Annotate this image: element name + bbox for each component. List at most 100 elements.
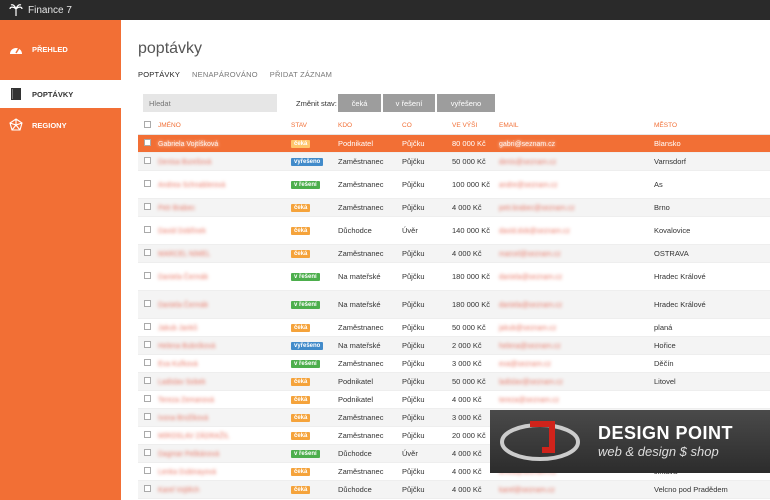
row-co: Půjčku — [402, 354, 452, 373]
row-name[interactable]: Karel Vojtěch — [158, 487, 199, 494]
row-checkbox[interactable] — [144, 430, 151, 438]
row-email[interactable]: karel@seznam.cz — [499, 487, 555, 494]
row-checkbox[interactable] — [144, 358, 151, 366]
tab-pridat-zaznam[interactable]: PŘIDAT ZÁZNAM — [270, 70, 332, 79]
sidebar-item-regiony[interactable]: REGIONY — [0, 111, 121, 139]
row-email[interactable]: david.dob@seznam.cz — [499, 228, 570, 235]
row-name[interactable]: Petr Brabec — [158, 205, 195, 212]
col-stav[interactable]: STAV — [291, 118, 338, 135]
row-email[interactable]: gabri@seznam.cz — [499, 141, 555, 148]
row-email[interactable]: marcel@seznam.cz — [499, 251, 561, 258]
row-vyse: 80 000 Kč — [452, 134, 499, 153]
state-vreseni-button[interactable]: v řešení — [383, 94, 435, 112]
row-name[interactable]: Jakub Janků — [158, 325, 197, 332]
row-name[interactable]: Eva Kuřková — [158, 361, 198, 368]
row-email[interactable]: daniela@seznam.cz — [499, 302, 562, 309]
row-checkbox[interactable] — [144, 484, 151, 492]
tab-nenaparovano[interactable]: NENAPÁROVÁNO — [192, 70, 258, 79]
col-mesto[interactable]: MĚSTO — [654, 118, 770, 135]
row-email[interactable]: jakub@seznam.cz — [499, 325, 556, 332]
table-row[interactable]: Helena Bubníková vyřešeno Na mateřské Půjčk… — [138, 336, 770, 355]
sidebar: PŘEHLED POPTÁVKY REGIONY — [0, 20, 121, 500]
status-badge: čeká — [291, 432, 311, 440]
row-vyse: 4 000 Kč — [452, 244, 499, 263]
row-name[interactable]: Tereza Zemanová — [158, 397, 214, 404]
top-bar: Finance 7 — [0, 0, 770, 20]
row-name[interactable]: MARCEL NIMEL — [158, 251, 210, 258]
sub-navigation: POPTÁVKY NENAPÁROVÁNO PŘIDAT ZÁZNAM — [138, 70, 332, 79]
row-vyse: 50 000 Kč — [452, 372, 499, 391]
row-checkbox[interactable] — [144, 138, 151, 146]
status-badge: čeká — [291, 468, 311, 476]
col-jmeno[interactable]: JMÉNO — [158, 118, 291, 135]
row-checkbox[interactable] — [144, 412, 151, 420]
sidebar-item-poptavky[interactable]: POPTÁVKY — [0, 80, 121, 108]
table-row[interactable]: Jakub Janků čeká Zaměstnanec Půjčku 50 000 K… — [138, 318, 770, 337]
row-email[interactable]: helena@seznam.cz — [499, 343, 561, 350]
row-checkbox[interactable] — [144, 156, 151, 164]
table-row[interactable]: Tereza Zemanová čeká Podnikatel Půjčku 4 000… — [138, 390, 770, 409]
search-input[interactable] — [143, 94, 277, 112]
sidebar-item-prehled[interactable]: PŘEHLED — [0, 35, 121, 63]
row-checkbox[interactable] — [144, 340, 151, 348]
col-kdo[interactable]: KDO — [338, 118, 402, 135]
table-row[interactable]: Karel Vojtěch čeká Důchodce Půjčku 4 000 Kč k… — [138, 480, 770, 499]
row-checkbox[interactable] — [144, 179, 151, 187]
status-badge: v řešení — [291, 450, 320, 458]
palm-tree-icon — [8, 2, 24, 18]
row-checkbox[interactable] — [144, 448, 151, 456]
row-checkbox[interactable] — [144, 299, 151, 307]
row-checkbox[interactable] — [144, 466, 151, 474]
tab-poptavky[interactable]: POPTÁVKY — [138, 70, 180, 79]
table-row[interactable]: David Dobřinek čeká Důchodce Úvěr 140 000 Kč… — [138, 216, 770, 245]
col-email[interactable]: EMAIL — [499, 118, 654, 135]
row-email[interactable]: ladislav@seznam.cz — [499, 379, 563, 386]
row-name[interactable]: Dagmar Pelikánová — [158, 451, 219, 458]
table-row[interactable]: Ladislav Sobek čeká Podnikatel Půjčku 50 000… — [138, 372, 770, 391]
row-name[interactable]: Daniela Čermák — [158, 274, 208, 281]
row-email[interactable]: daniela@seznam.cz — [499, 274, 562, 281]
row-co: Půjčku — [402, 408, 452, 427]
state-ceka-button[interactable]: čeká — [338, 94, 381, 112]
row-checkbox[interactable] — [144, 248, 151, 256]
row-co: Půjčku — [402, 170, 452, 199]
row-checkbox[interactable] — [144, 322, 151, 330]
row-mesto — [654, 390, 770, 409]
select-all-checkbox[interactable] — [144, 121, 151, 129]
row-name[interactable]: Daniela Čermák — [158, 302, 208, 309]
state-vyreseno-button[interactable]: vyřešeno — [437, 94, 495, 112]
row-checkbox[interactable] — [144, 271, 151, 279]
row-checkbox[interactable] — [144, 394, 151, 402]
table-row[interactable]: Eva Kuřková v řešení Zaměstnanec Půjčku 3 00… — [138, 354, 770, 373]
row-email[interactable]: petr.brabec@seznam.cz — [499, 205, 575, 212]
status-badge: v řešení — [291, 181, 320, 189]
row-kdo: Zaměstnanec — [338, 244, 402, 263]
col-vyse[interactable]: VE VÝŠI — [452, 118, 499, 135]
row-email[interactable]: eva@seznam.cz — [499, 361, 551, 368]
row-checkbox[interactable] — [144, 202, 151, 210]
row-email[interactable]: andre@seznam.cz — [499, 182, 557, 189]
row-name[interactable]: Ivona Brožíková — [158, 415, 208, 422]
table-row[interactable]: Daniela Čermák v řešení Na mateřské Půjčku 1… — [138, 262, 770, 291]
status-badge: vyřešeno — [291, 158, 324, 166]
table-row[interactable]: Denisa Burešová vyřešeno Zaměstnanec Půjčku… — [138, 152, 770, 171]
table-row[interactable]: Andrea Schnablerová v řešení Zaměstnanec Pů… — [138, 170, 770, 199]
table-row[interactable]: Gabriela Vojtíšková čeká Podnikatel Půjčku 8… — [138, 134, 770, 153]
col-co[interactable]: CO — [402, 118, 452, 135]
table-row[interactable]: Petr Brabec čeká Zaměstnanec Půjčku 4 000 Kč… — [138, 198, 770, 217]
table-row[interactable]: MARCEL NIMEL čeká Zaměstnanec Půjčku 4 000 K… — [138, 244, 770, 263]
status-badge: čeká — [291, 204, 311, 212]
row-name[interactable]: David Dobřinek — [158, 228, 206, 235]
row-name[interactable]: Ladislav Sobek — [158, 379, 205, 386]
row-email[interactable]: tereza@seznam.cz — [499, 397, 559, 404]
row-name[interactable]: Gabriela Vojtíšková — [158, 141, 218, 148]
row-email[interactable]: denis@seznam.cz — [499, 159, 556, 166]
row-checkbox[interactable] — [144, 225, 151, 233]
table-row[interactable]: Daniela Čermák v řešení Na mateřské Půjčku 1… — [138, 290, 770, 319]
row-name[interactable]: MIROSLAV ZÁDRAŽIL — [158, 433, 229, 440]
row-name[interactable]: Denisa Burešová — [158, 159, 211, 166]
row-name[interactable]: Helena Bubníková — [158, 343, 215, 350]
row-name[interactable]: Andrea Schnablerová — [158, 182, 225, 189]
row-checkbox[interactable] — [144, 376, 151, 384]
row-name[interactable]: Lenka Dubinayová — [158, 469, 216, 476]
